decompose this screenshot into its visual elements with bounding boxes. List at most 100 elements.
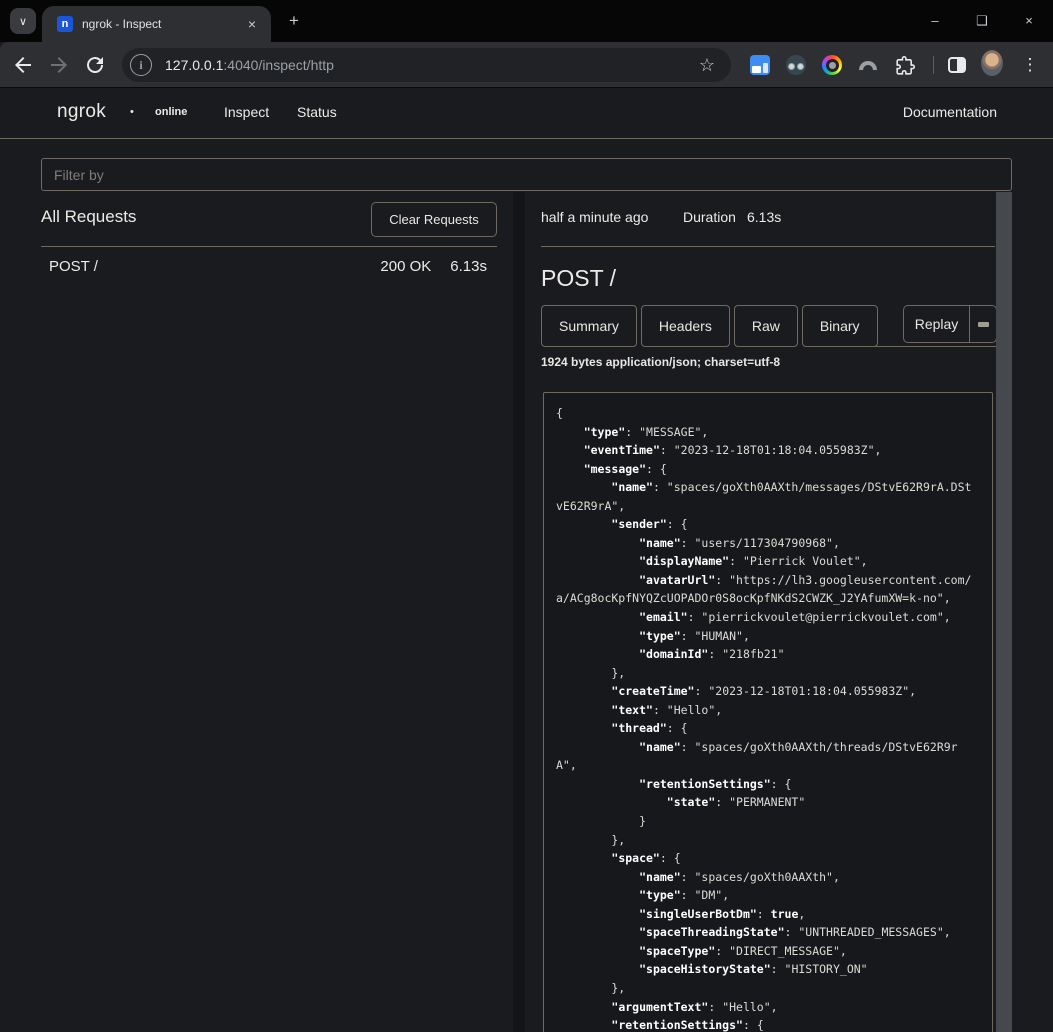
code-line: "createTime": "2023-12-18T01:18:04.05598… bbox=[556, 682, 980, 701]
avatar bbox=[981, 50, 1003, 76]
forward-arrow-icon bbox=[47, 53, 71, 77]
toolbar-separator bbox=[933, 56, 934, 74]
url-text[interactable]: 127.0.0.1:4040/inspect/http bbox=[165, 57, 699, 73]
ngrok-navbar: ngrok • online Inspect Status Documentat… bbox=[0, 88, 1053, 139]
request-title: POST / bbox=[541, 265, 616, 292]
request-time-ago: half a minute ago bbox=[541, 209, 648, 225]
filter-input[interactable] bbox=[41, 158, 1012, 191]
close-button[interactable]: × bbox=[1014, 10, 1044, 32]
code-line: "name": "spaces/goXth0AAXth", bbox=[556, 868, 980, 887]
tabs-underline bbox=[856, 346, 996, 347]
detail-tabs: SummaryHeadersRawBinary bbox=[541, 305, 882, 347]
code-line: "spaceHistoryState": "HISTORY_ON" bbox=[556, 960, 980, 979]
side-panel-button[interactable] bbox=[946, 54, 968, 76]
replay-button-group: Replay bbox=[903, 305, 997, 343]
code-line: "type": "HUMAN", bbox=[556, 627, 980, 646]
kebab-menu-icon: ⋮ bbox=[1022, 55, 1039, 75]
request-row-meta: 200 OK6.13s bbox=[380, 258, 487, 275]
url-path: :4040/inspect/http bbox=[223, 57, 334, 73]
site-info-icon[interactable]: i bbox=[130, 54, 152, 76]
replay-dropdown-button[interactable] bbox=[969, 306, 996, 342]
code-line: { bbox=[556, 404, 980, 423]
requests-divider bbox=[41, 246, 497, 247]
request-row[interactable]: POST / 200 OK6.13s bbox=[41, 254, 497, 280]
clear-requests-button[interactable]: Clear Requests bbox=[371, 202, 497, 237]
bookmark-star-icon[interactable]: ☆ bbox=[699, 55, 715, 76]
duration-label: Duration bbox=[683, 209, 736, 225]
code-line: "spaceThreadingState": "UNTHREADED_MESSA… bbox=[556, 923, 980, 942]
browser-titlebar: ∨ n ngrok - Inspect × + – ❑ × bbox=[0, 0, 1053, 42]
code-line: }, bbox=[556, 664, 980, 683]
tab-headers[interactable]: Headers bbox=[641, 305, 730, 347]
nav-link-status[interactable]: Status bbox=[297, 104, 337, 120]
extension-goggles-icon[interactable] bbox=[785, 54, 807, 76]
ngrok-brand[interactable]: ngrok bbox=[57, 101, 106, 123]
code-line: "type": "DM", bbox=[556, 886, 980, 905]
maximize-button[interactable]: ❑ bbox=[967, 10, 997, 32]
browser-tab[interactable]: n ngrok - Inspect × bbox=[42, 6, 271, 42]
code-line: "text": "Hello", bbox=[556, 701, 980, 720]
code-line: "displayName": "Pierrick Voulet", bbox=[556, 552, 980, 571]
tab-raw[interactable]: Raw bbox=[734, 305, 798, 347]
new-tab-button[interactable]: + bbox=[284, 11, 304, 31]
back-button[interactable] bbox=[11, 53, 35, 77]
side-panel-icon bbox=[948, 57, 966, 73]
code-line: vE62R9rA", bbox=[556, 497, 980, 516]
online-status-label: online bbox=[155, 106, 187, 118]
extension-arc-icon[interactable] bbox=[857, 54, 879, 76]
dash-icon bbox=[978, 322, 989, 327]
nav-link-inspect[interactable]: Inspect bbox=[224, 104, 269, 120]
back-arrow-icon bbox=[11, 53, 35, 77]
content-meta: 1924 bytes application/json; charset=utf… bbox=[541, 355, 780, 369]
request-method-path: POST / bbox=[49, 258, 98, 275]
ngrok-favicon-icon: n bbox=[57, 16, 73, 32]
code-line: "singleUserBotDm": true, bbox=[556, 905, 980, 924]
reload-button[interactable] bbox=[83, 53, 107, 77]
code-line: "eventTime": "2023-12-18T01:18:04.055983… bbox=[556, 441, 980, 460]
code-line: "argumentText": "Hello", bbox=[556, 998, 980, 1017]
forward-button[interactable] bbox=[47, 53, 71, 77]
tab-close-icon[interactable]: × bbox=[243, 15, 261, 33]
code-line: } bbox=[556, 812, 980, 831]
code-line: }, bbox=[556, 831, 980, 850]
code-line: "space": { bbox=[556, 849, 980, 868]
tab-title: ngrok - Inspect bbox=[82, 17, 243, 31]
code-line: "state": "PERMANENT" bbox=[556, 793, 980, 812]
code-line: a/ACg8ocKpfNYQZcUOPADOr0S8ocKpfNKdS2CWZK… bbox=[556, 589, 980, 608]
code-line: "avatarUrl": "https://lh3.googleusercont… bbox=[556, 571, 980, 590]
tab-search-button[interactable]: ∨ bbox=[10, 8, 36, 34]
detail-scrollbar[interactable] bbox=[996, 192, 1012, 1032]
minimize-button[interactable]: – bbox=[920, 10, 950, 32]
request-status: 200 OK bbox=[380, 258, 431, 275]
extension-windows-icon[interactable] bbox=[749, 54, 771, 76]
extension-lens-icon[interactable] bbox=[821, 54, 843, 76]
code-line: "type": "MESSAGE", bbox=[556, 423, 980, 442]
code-line: "message": { bbox=[556, 460, 980, 479]
ngrok-inspect-page: ngrok • online Inspect Status Documentat… bbox=[0, 88, 1053, 1032]
browser-window: ∨ n ngrok - Inspect × + – ❑ × i 127.0.0.… bbox=[0, 0, 1053, 1032]
tab-binary[interactable]: Binary bbox=[802, 305, 878, 347]
code-line: "name": "users/117304790968", bbox=[556, 534, 980, 553]
reload-icon bbox=[83, 53, 107, 77]
code-line: "name": "spaces/goXth0AAXth/messages/DSt… bbox=[556, 478, 980, 497]
code-line: A", bbox=[556, 756, 980, 775]
nav-link-documentation[interactable]: Documentation bbox=[903, 104, 997, 120]
code-line: "name": "spaces/goXth0AAXth/threads/DStv… bbox=[556, 738, 980, 757]
duration-value: 6.13s bbox=[747, 209, 781, 225]
chevron-down-icon: ∨ bbox=[19, 15, 27, 28]
request-body-code[interactable]: { "type": "MESSAGE", "eventTime": "2023-… bbox=[543, 392, 993, 1032]
browser-menu-button[interactable]: ⋮ bbox=[1019, 54, 1041, 76]
extensions-puzzle-icon[interactable] bbox=[894, 54, 916, 76]
request-list: POST / 200 OK6.13s bbox=[41, 254, 497, 280]
code-line: "retentionSettings": { bbox=[556, 1016, 980, 1032]
address-bar[interactable]: i 127.0.0.1:4040/inspect/http ☆ bbox=[122, 48, 731, 82]
tab-summary[interactable]: Summary bbox=[541, 305, 637, 347]
code-line: "email": "pierrickvoulet@pierrickvoulet.… bbox=[556, 608, 980, 627]
replay-button[interactable]: Replay bbox=[904, 306, 969, 342]
requests-panel-title: All Requests bbox=[41, 207, 136, 227]
browser-toolbar: i 127.0.0.1:4040/inspect/http ☆ ⋮ bbox=[0, 42, 1053, 88]
detail-divider bbox=[541, 246, 995, 247]
online-status-dot: • bbox=[130, 106, 134, 118]
profile-avatar[interactable] bbox=[981, 52, 1003, 74]
code-line: "thread": { bbox=[556, 719, 980, 738]
